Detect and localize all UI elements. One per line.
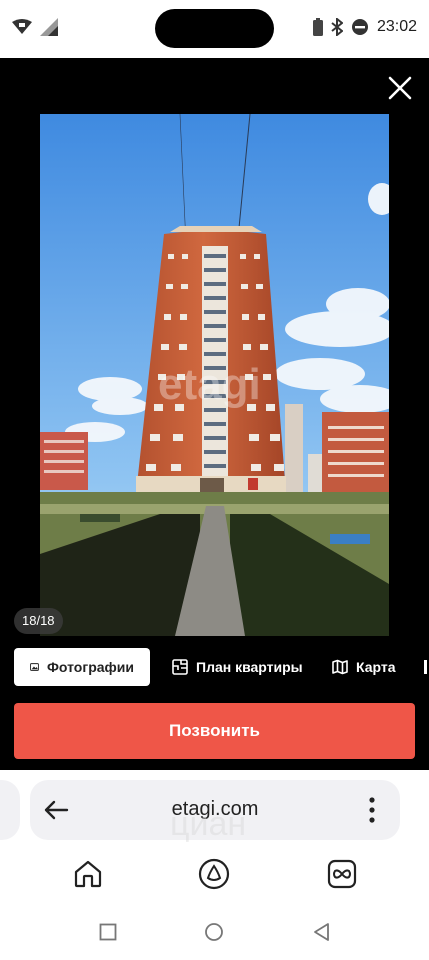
back-triangle-icon[interactable] (312, 922, 332, 942)
system-nav-bar (0, 912, 429, 952)
tab-overflow[interactable] (424, 648, 429, 686)
floorplan-icon (172, 659, 188, 675)
tab-photos[interactable]: Фотографии (14, 648, 150, 686)
tab-photos-label: Фотографии (46, 659, 134, 675)
status-bar: 23:02 (0, 0, 429, 58)
signal-icon (40, 18, 58, 36)
status-right: 23:02 (312, 18, 417, 36)
map-icon (332, 659, 348, 675)
photo-watermark: etagi (158, 360, 261, 409)
status-left (12, 18, 58, 36)
tab-overflow-mark (424, 660, 427, 674)
image-icon (30, 663, 39, 671)
call-button[interactable]: Позвонить (14, 703, 415, 759)
wifi-icon (12, 19, 32, 34)
photo-viewer: etagi 18/18 Фотографии План квартиры Кар… (0, 58, 429, 770)
bluetooth-icon (331, 18, 343, 36)
media-tabs: Фотографии План квартиры Карта (0, 648, 429, 686)
close-icon[interactable] (384, 72, 416, 104)
browser-chrome: etagi.com циан (0, 770, 429, 960)
browser-watermark: циан (170, 805, 247, 843)
more-menu-icon[interactable] (362, 794, 382, 826)
previous-tab-stub[interactable] (0, 780, 20, 840)
tabs-icon[interactable] (326, 858, 358, 890)
tab-map-label: Карта (356, 659, 396, 675)
tab-floor-plan[interactable]: План квартиры (156, 648, 319, 686)
assistant-icon[interactable] (198, 858, 230, 890)
photo-counter: 18/18 (14, 608, 63, 634)
tab-floor-plan-label: План квартиры (196, 659, 303, 675)
do-not-disturb-icon (351, 19, 368, 35)
recents-icon[interactable] (98, 922, 118, 942)
home-circle-icon[interactable] (204, 922, 224, 942)
camera-notch (155, 9, 274, 48)
home-icon[interactable] (72, 858, 104, 890)
browser-bottom-nav (0, 850, 429, 898)
status-time: 23:02 (376, 18, 417, 35)
property-photo[interactable]: etagi (40, 114, 389, 636)
battery-icon (312, 18, 323, 36)
tab-map[interactable]: Карта (316, 648, 412, 686)
